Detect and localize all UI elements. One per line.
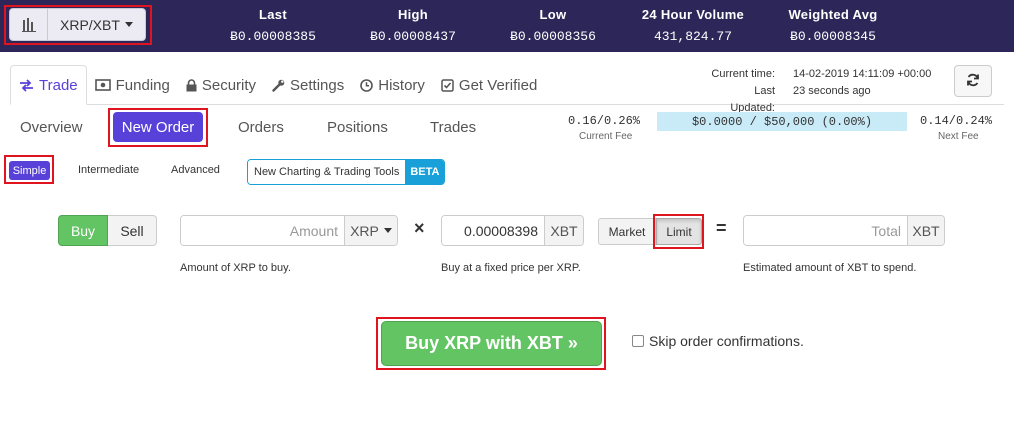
stat-label: 24 Hour Volume [641,7,745,22]
market-header: XRP/XBT Last Ƀ0.00008385 High Ƀ0.0000843… [0,0,1014,52]
total-help-text: Estimated amount of XBT to spend. [743,262,917,274]
time-labels: Current time: Last Updated: [708,66,775,117]
stat-weighted-avg: Weighted Avg Ƀ0.00008345 [763,7,903,44]
current-time-label: Current time: [711,68,775,80]
caret-down-icon [124,22,133,27]
price-currency-addon: XBT [544,216,583,245]
money-icon [94,79,111,91]
limit-button[interactable]: Limit [656,218,702,245]
refresh-icon [966,73,980,90]
tab-label: Trade [39,76,78,94]
tab-history[interactable]: History [352,65,433,105]
times-symbol: × [414,218,425,238]
skip-confirmations-option[interactable]: Skip order confirmations. [632,333,804,349]
price-input[interactable] [442,216,544,245]
sell-button[interactable]: Sell [108,215,157,246]
tab-label: Funding [115,76,170,94]
total-field: XBT [743,215,945,246]
stat-low: Low Ƀ0.00008356 [483,7,623,44]
check-square-icon [441,78,454,92]
subtab-new-order[interactable]: New Order [113,112,203,142]
stat-label: High [397,7,429,22]
total-input[interactable] [744,216,907,245]
submit-order-button[interactable]: Buy XRP with XBT » [381,321,602,366]
subtab-orders[interactable]: Orders [238,119,284,136]
subtab-trades[interactable]: Trades [430,119,476,136]
next-fee-value: 0.14/0.24% [920,114,993,128]
price-help-text: Buy at a fixed price per XRP. [441,262,581,274]
mode-simple-button[interactable]: Simple [9,161,50,180]
stat-label: Weighted Avg [788,7,878,22]
market-button[interactable]: Market [598,218,656,245]
stat-volume: 24 Hour Volume 431,824.77 [623,7,763,44]
skip-confirmations-label: Skip order confirmations. [649,333,804,349]
caret-down-icon [383,228,392,233]
stat-value: 431,824.77 [653,29,732,44]
fee-volume-progress: $0.0000 / $50,000 (0.00%) [657,112,907,131]
tab-settings[interactable]: Settings [264,65,352,105]
tab-label: Security [201,76,257,94]
mode-advanced-button[interactable]: Advanced [171,164,220,176]
order-type-toggle: Market Limit [598,218,702,245]
time-values: 14-02-2019 14:11:09 +00:00 23 seconds ag… [793,66,931,100]
main-nav: Trade Funding Security Settings History … [10,65,545,105]
tab-label: Get Verified [458,76,538,94]
amount-currency-dropdown[interactable]: XRP [344,216,397,245]
tab-label: History [378,76,425,94]
amount-help-text: Amount of XRP to buy. [180,262,291,274]
mode-intermediate-button[interactable]: Intermediate [78,164,139,176]
clock-icon [360,78,374,92]
last-updated-value: 23 seconds ago [793,85,871,97]
beta-badge: BETA [405,160,445,184]
refresh-button[interactable] [954,65,992,97]
stat-label: Last [259,7,287,22]
subtab-positions[interactable]: Positions [327,119,388,136]
tab-security[interactable]: Security [178,65,264,105]
lock-icon [186,78,197,92]
stat-high: High Ƀ0.00008437 [343,7,483,44]
pair-selector[interactable]: XRP/XBT [9,8,146,41]
stat-value: Ƀ0.00008345 [790,29,876,44]
tab-label: Settings [290,76,345,94]
charting-tools-button[interactable]: New Charting & Trading Tools BETA [247,159,446,185]
amount-input[interactable] [181,216,344,245]
equals-symbol: = [716,218,727,238]
subtab-overview[interactable]: Overview [20,119,83,136]
tab-trade[interactable]: Trade [10,65,87,105]
pair-label: XRP/XBT [60,16,120,33]
amount-field: XRP [180,215,398,246]
amount-currency-label: XRP [350,222,379,239]
current-fee-value: 0.16/0.26% [568,114,641,128]
current-fee-label: Current Fee [579,131,633,142]
price-field: XBT [441,215,584,246]
exchange-icon [19,78,34,92]
stat-last: Last Ƀ0.00008385 [203,7,343,44]
buy-button[interactable]: Buy [58,215,108,246]
stat-value: Ƀ0.00008437 [370,29,456,44]
skip-confirmations-checkbox[interactable] [632,335,644,347]
buy-sell-toggle: Buy Sell [58,215,157,246]
next-fee-label: Next Fee [938,131,979,142]
charting-tools-label: New Charting & Trading Tools [248,160,406,184]
tab-funding[interactable]: Funding [87,65,178,105]
chart-bars-icon[interactable] [10,9,48,40]
tab-get-verified[interactable]: Get Verified [433,65,545,105]
wrench-icon [272,79,285,92]
stat-label: Low [539,7,567,22]
pair-dropdown[interactable]: XRP/XBT [48,9,145,40]
total-currency-addon: XBT [907,216,944,245]
current-time-value: 14-02-2019 14:11:09 +00:00 [793,68,932,80]
stat-value: Ƀ0.00008385 [230,29,316,44]
stat-value: Ƀ0.00008356 [510,29,596,44]
